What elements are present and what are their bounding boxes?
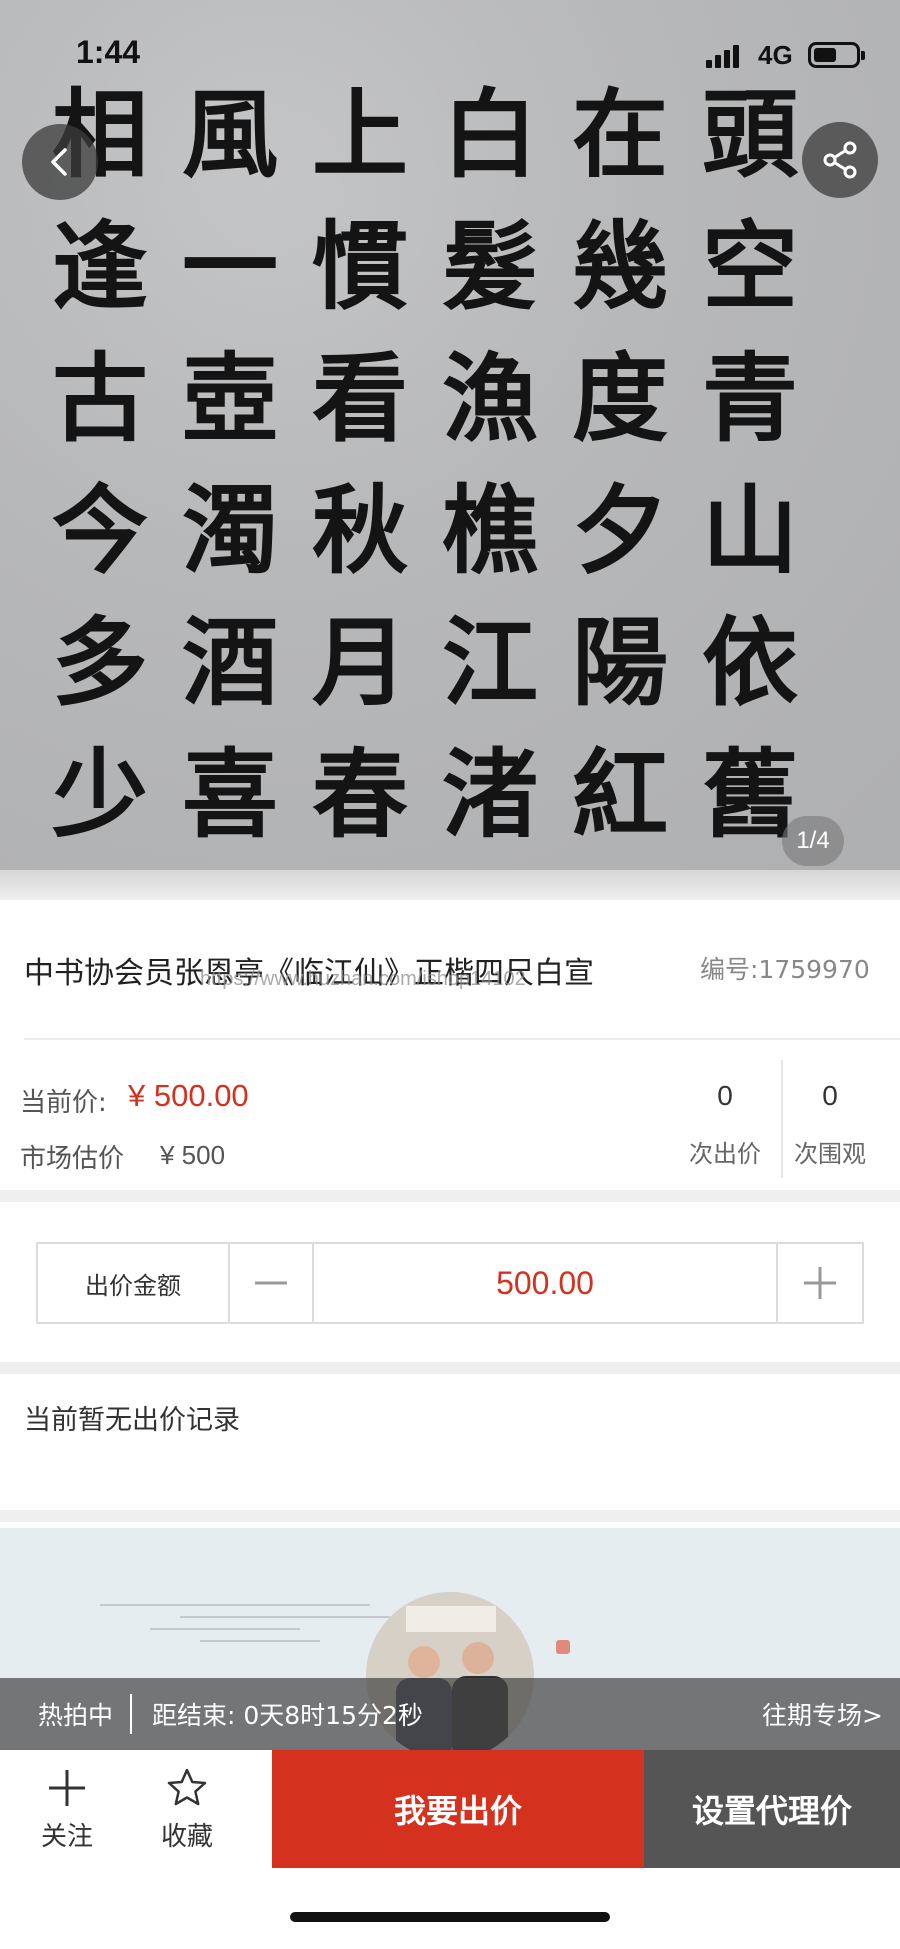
cloud-line: [150, 1628, 300, 1630]
watermark-text: https://www.huzhan.com/ishop14102: [200, 968, 526, 990]
status-bar: 1:44 4G: [0, 0, 900, 110]
calligraphy-column: 在 幾 度 夕 陽 紅: [560, 60, 680, 852]
calligraphy-glyph: 渚: [442, 737, 538, 851]
calligraphy-glyph: 慣: [312, 209, 408, 323]
countdown-timer: 距结束: 0天8时15分2秒: [152, 1701, 423, 1730]
follow-label: 关注: [40, 1821, 93, 1852]
artwork-image[interactable]: 頭 空 青 山 依 舊 在 幾 度 夕 陽 紅 白 髮 漁 樵 江 渚 上 慣 …: [0, 0, 900, 900]
item-title-row: 中书协会员张恩亭《临江仙》正楷四尺白宣 https://www.huzhan.c…: [0, 910, 900, 1040]
market-price-label: 市场估价: [20, 1144, 125, 1174]
calligraphy-glyph: 漁: [442, 341, 538, 455]
plus-icon: [49, 1769, 85, 1806]
favorite-label: 收藏: [160, 1821, 213, 1852]
star-icon: [167, 1768, 207, 1805]
calligraphy-glyph: 喜: [182, 737, 278, 851]
home-indicator[interactable]: [290, 1912, 610, 1922]
calligraphy-glyph: 山: [702, 473, 798, 587]
bid-records-empty: 当前暂无出价记录: [24, 1405, 240, 1436]
calligraphy-glyph: 依: [702, 605, 798, 719]
calligraphy-glyph: 空: [702, 209, 798, 323]
calligraphy-glyph: 一: [182, 209, 278, 323]
price-section: 当前价: ¥ 500.00 市场估价 ¥ 500 0 次出价 0 次围观: [0, 1040, 900, 1190]
calligraphy-glyph: 秋: [312, 473, 408, 587]
calligraphy-glyph: 酒: [182, 605, 278, 719]
auction-status: 热拍中: [38, 1701, 114, 1730]
set-proxy-bid-button[interactable]: 设置代理价: [644, 1750, 900, 1868]
share-button[interactable]: [802, 122, 878, 198]
image-counter: 1/4: [782, 816, 844, 866]
place-bid-button[interactable]: 我要出价: [272, 1750, 644, 1868]
lot-number: 编号:1759970: [700, 955, 870, 984]
view-count-stat: 0 次围观: [775, 1080, 885, 1169]
signal-icon: [706, 44, 740, 68]
calligraphy-glyph: 紅: [572, 737, 668, 851]
market-price-value: ¥ 500: [160, 1140, 226, 1170]
cloud-line: [200, 1640, 320, 1642]
calligraphy-glyph: 月: [312, 605, 408, 719]
cloud-line: [100, 1604, 370, 1606]
calligraphy-column: 風 一 壺 濁 酒 喜: [170, 60, 290, 852]
calligraphy-glyph: 壺: [182, 341, 278, 455]
bid-amount-stepper: 出价金额 500.00: [36, 1242, 864, 1324]
chevron-left-icon: [51, 148, 67, 176]
plus-icon: [804, 1267, 836, 1299]
section-gap: [0, 1362, 900, 1374]
calligraphy-column: 頭 空 青 山 依 舊: [690, 60, 810, 852]
bid-count-label: 次出价: [689, 1140, 761, 1168]
calligraphy-glyph: 少: [52, 737, 148, 851]
share-icon: [823, 141, 857, 179]
back-button[interactable]: [22, 124, 98, 200]
bid-count-stat: 0 次出价: [670, 1080, 780, 1169]
paper-edge: [0, 870, 900, 900]
calligraphy-artwork: 頭 空 青 山 依 舊 在 幾 度 夕 陽 紅 白 髮 漁 樵 江 渚 上 慣 …: [0, 60, 900, 851]
cloud-line: [180, 1616, 390, 1618]
calligraphy-glyph: 青: [702, 341, 798, 455]
calligraphy-glyph: 度: [572, 341, 668, 455]
calligraphy-glyph: 春: [312, 737, 408, 851]
favorite-button[interactable]: 收藏: [142, 1750, 232, 1868]
increase-button[interactable]: [778, 1244, 862, 1322]
calligraphy-glyph: 陽: [572, 605, 668, 719]
view-count-label: 次围观: [794, 1140, 866, 1168]
past-sessions-link[interactable]: 往期专场>: [762, 1696, 883, 1732]
calligraphy-glyph: 江: [442, 605, 538, 719]
current-price-value: ¥ 500.00: [128, 1078, 249, 1113]
calligraphy-glyph: 夕: [572, 473, 668, 587]
calligraphy-column: 白 髮 漁 樵 江 渚: [430, 60, 550, 852]
calligraphy-glyph: 古: [52, 341, 148, 455]
auction-status-bar: 热拍中 距结束: 0天8时15分2秒 往期专场>: [0, 1678, 900, 1750]
view-count: 0: [822, 1080, 838, 1111]
bid-count: 0: [717, 1080, 733, 1111]
section-gap: [0, 1190, 900, 1202]
battery-icon: [808, 42, 865, 68]
calligraphy-glyph: 今: [52, 473, 148, 587]
status-divider: [130, 1694, 132, 1734]
network-type: 4G: [758, 40, 793, 70]
bid-amount-label: 出价金额: [38, 1244, 230, 1322]
calligraphy-glyph: 樵: [442, 473, 538, 587]
minus-icon: [255, 1281, 287, 1285]
section-gap: [0, 1510, 900, 1522]
calligraphy-glyph: 逢: [52, 209, 148, 323]
calligraphy-glyph: 髮: [442, 209, 538, 323]
calligraphy-glyph: 幾: [572, 209, 668, 323]
bottom-action-bar: 关注 收藏 我要出价 设置代理价: [0, 1750, 900, 1868]
status-time: 1:44: [76, 34, 141, 70]
seal-mark: [556, 1640, 570, 1654]
calligraphy-glyph: 多: [52, 605, 148, 719]
calligraphy-glyph: 濁: [182, 473, 278, 587]
current-price-label: 当前价:: [20, 1088, 107, 1118]
calligraphy-glyph: 看: [312, 341, 408, 455]
calligraphy-column: 上 慣 看 秋 月 春: [300, 60, 420, 852]
follow-button[interactable]: 关注: [22, 1750, 112, 1868]
decrease-button[interactable]: [230, 1244, 314, 1322]
bid-amount-input[interactable]: 500.00: [314, 1244, 778, 1322]
auction-detail-page: 頭 空 青 山 依 舊 在 幾 度 夕 陽 紅 白 髮 漁 樵 江 渚 上 慣 …: [0, 0, 900, 1949]
